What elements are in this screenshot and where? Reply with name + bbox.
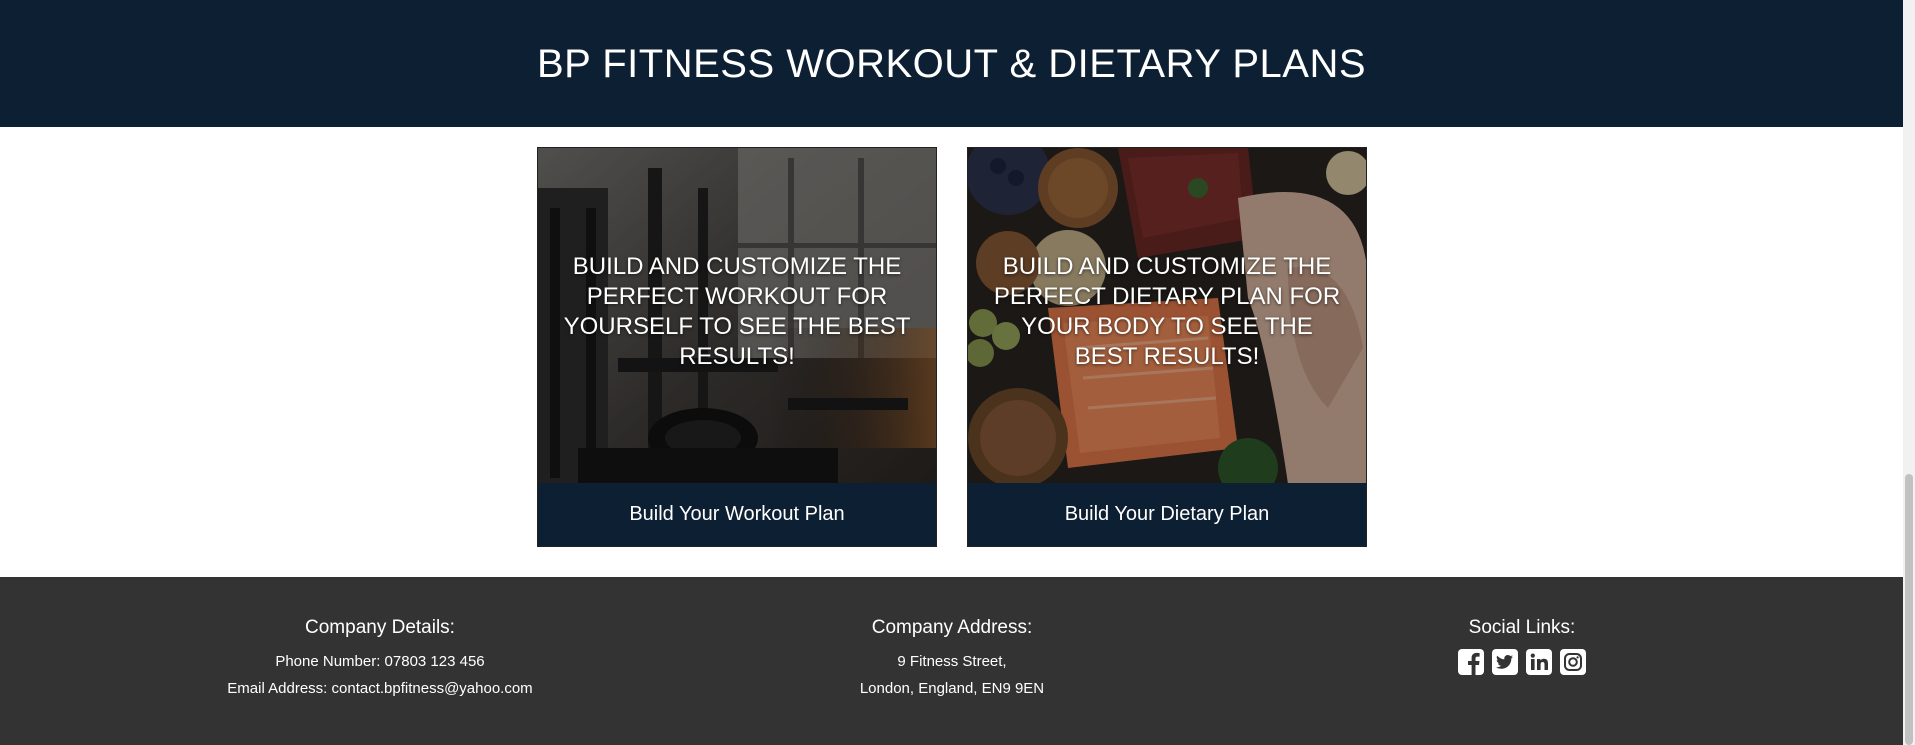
company-address-heading: Company Address: <box>871 617 1033 638</box>
company-details-heading: Company Details: <box>305 617 455 638</box>
facebook-icon[interactable] <box>1457 648 1485 676</box>
scrollbar-thumb[interactable] <box>1905 474 1913 745</box>
phone-number: Phone Number: 07803 123 456 <box>275 653 485 670</box>
social-links-heading: Social Links: <box>1468 617 1576 638</box>
build-dietary-plan-button[interactable]: Build Your Dietary Plan <box>968 483 1366 546</box>
dietary-card-headline: BUILD AND CUSTOMIZE THE PERFECT DIETARY … <box>993 253 1341 370</box>
page: BP FITNESS WORKOUT & DIETARY PLANS BUILD… <box>0 0 1903 745</box>
social-links: Social Links: <box>1422 617 1622 676</box>
build-workout-plan-button[interactable]: Build Your Workout Plan <box>538 483 936 546</box>
dietary-plan-card: BUILD AND CUSTOMIZE THE PERFECT DIETARY … <box>967 147 1367 547</box>
page-title: BP FITNESS WORKOUT & DIETARY PLANS <box>536 42 1367 86</box>
instagram-icon[interactable] <box>1559 648 1587 676</box>
gym-equipment-photo: BUILD AND CUSTOMIZE THE PERFECT WORKOUT … <box>538 148 936 484</box>
workout-plan-card: BUILD AND CUSTOMIZE THE PERFECT WORKOUT … <box>537 147 937 547</box>
address-line-1: 9 Fitness Street, <box>897 653 1007 670</box>
social-icons-row <box>1422 648 1622 676</box>
healthy-food-photo: BUILD AND CUSTOMIZE THE PERFECT DIETARY … <box>968 148 1366 484</box>
site-footer: Company Details: Phone Number: 07803 123… <box>0 577 1903 745</box>
page-scrollbar[interactable] <box>1903 0 1915 745</box>
email-address: Email Address: contact.bpfitness@yahoo.c… <box>227 680 533 697</box>
company-details: Company Details: Phone Number: 07803 123… <box>180 617 580 702</box>
site-header: BP FITNESS WORKOUT & DIETARY PLANS <box>0 0 1903 127</box>
twitter-icon[interactable] <box>1491 648 1519 676</box>
workout-card-headline: BUILD AND CUSTOMIZE THE PERFECT WORKOUT … <box>563 253 911 370</box>
address-line-2: London, England, EN9 9EN <box>859 680 1045 697</box>
linkedin-icon[interactable] <box>1525 648 1553 676</box>
company-address: Company Address: 9 Fitness Street, Londo… <box>752 617 1152 702</box>
